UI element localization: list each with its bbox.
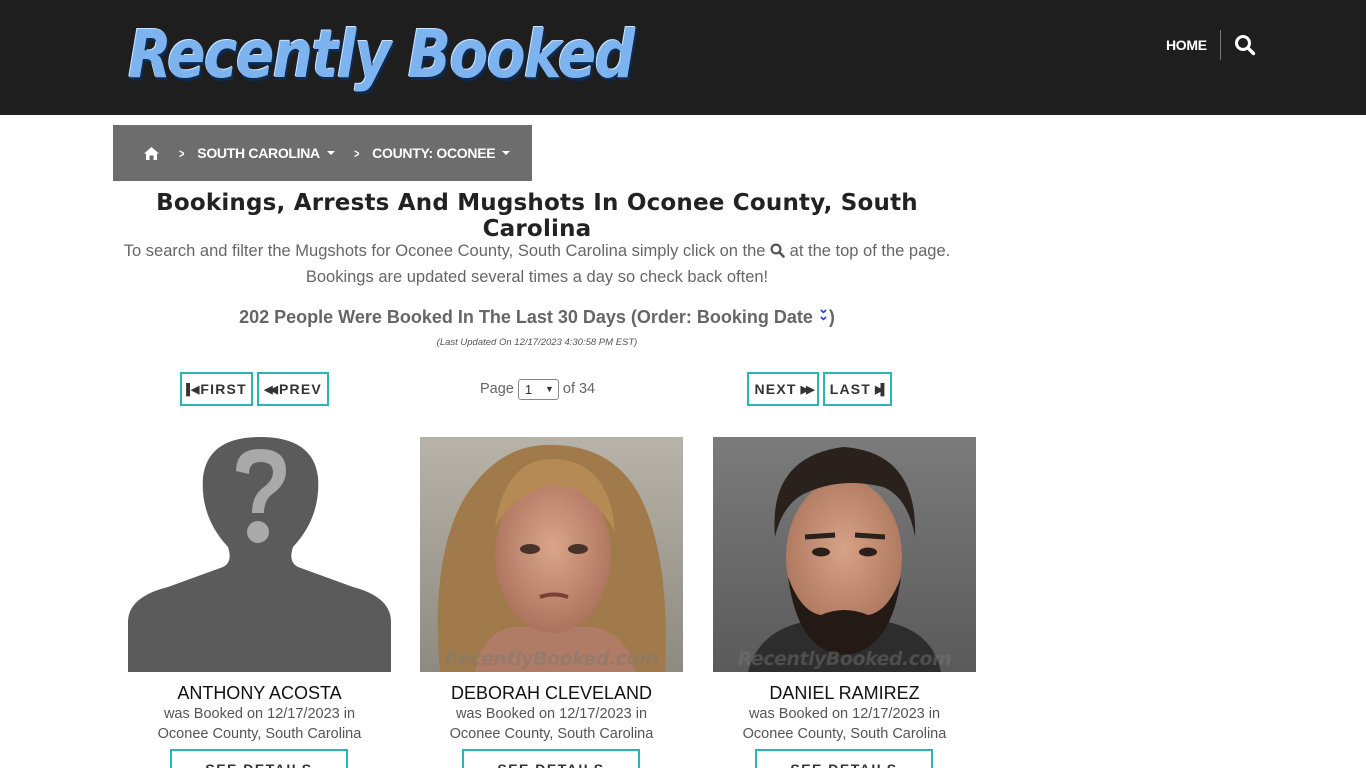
page-total: of 34: [562, 381, 596, 397]
last-page-button[interactable]: LAST ▶▌: [823, 372, 892, 406]
caret-down-icon: [326, 151, 335, 155]
last-label: LAST: [829, 381, 872, 397]
prev-page-button[interactable]: ◀◀ PREV: [257, 372, 329, 406]
mugshot-placeholder[interactable]: [128, 437, 391, 672]
see-details-button[interactable]: SEE DETAILS: [755, 749, 933, 768]
site-header: Recently Booked HOME: [0, 0, 1366, 115]
photo-watermark: RecentlyBooked.com: [444, 648, 659, 670]
mugshot-photo[interactable]: RecentlyBooked.com: [420, 437, 683, 672]
next-label: NEXT: [754, 381, 797, 397]
page-value: 1: [524, 381, 533, 397]
chevron-right-icon: >: [179, 145, 185, 161]
page-title: Bookings, Arrests And Mugshots In Oconee…: [156, 190, 918, 242]
booking-date-line: was Booked on 12/17/2023 in: [163, 706, 356, 722]
booking-date-line: was Booked on 12/17/2023 in: [455, 706, 648, 722]
chevron-right-icon: >: [353, 145, 360, 161]
backward-icon: ◀◀: [264, 383, 278, 396]
page-label: Page: [480, 381, 514, 397]
person-name[interactable]: ANTHONY ACOSTA: [128, 683, 391, 704]
site-logo[interactable]: Recently Booked: [128, 16, 635, 93]
count-text: 202 People Were Booked In The Last 30 Da…: [239, 307, 813, 327]
person-name[interactable]: DEBORAH CLEVELAND: [420, 683, 683, 704]
mugshot-image: [420, 437, 683, 672]
booking-card[interactable]: RecentlyBooked.com DANIEL RAMIREZ was Bo…: [713, 437, 976, 768]
intro-before: To search and filter the Mugshots for Oc…: [123, 242, 766, 260]
photo-watermark: RecentlyBooked.com: [737, 648, 952, 670]
see-details-button[interactable]: SEE DETAILS: [462, 749, 640, 768]
search-icon: [770, 243, 785, 258]
intro-line2: Bookings are updated several times a day…: [305, 268, 769, 286]
search-icon[interactable]: [1234, 34, 1256, 56]
forward-icon: ▶▶: [800, 383, 815, 396]
booking-date-line: was Booked on 12/17/2023 in: [748, 706, 941, 722]
breadcrumb-item-south-carolina[interactable]: SOUTH CAROLINA: [197, 145, 335, 161]
booking-card[interactable]: RecentlyBooked.com DEBORAH CLEVELAND was…: [420, 437, 683, 768]
caret-down-icon: [502, 151, 511, 155]
step-backward-icon: ▌◀: [186, 383, 199, 396]
first-label: FIRST: [200, 381, 247, 397]
chevron-down-icon: ▼: [544, 384, 554, 394]
breadcrumb-label: COUNTY: OCONEE: [372, 145, 496, 161]
booking-location: Oconee County, South Carolina: [742, 726, 947, 742]
mugshot-photo[interactable]: RecentlyBooked.com: [713, 437, 976, 672]
booking-count: 202 People Were Booked In The Last 30 Da…: [113, 302, 961, 328]
breadcrumb-label: SOUTH CAROLINA: [197, 145, 320, 161]
person-name[interactable]: DANIEL RAMIREZ: [713, 683, 976, 704]
count-close: ): [828, 307, 835, 327]
home-icon[interactable]: [143, 146, 160, 161]
booking-location: Oconee County, South Carolina: [449, 726, 654, 742]
silhouette-icon: [128, 437, 391, 672]
page-select[interactable]: 1 ▼: [517, 378, 559, 400]
page-selector: Page 1 ▼ of 34: [480, 377, 595, 401]
breadcrumb-item-county[interactable]: COUNTY: OCONEE: [372, 145, 511, 161]
intro-text: To search and filter the Mugshots for Oc…: [113, 238, 961, 290]
intro-after: at the top of the page.: [789, 242, 951, 260]
nav-divider: [1220, 30, 1221, 60]
prev-label: PREV: [278, 381, 322, 397]
step-forward-icon: ▶▌: [875, 383, 888, 396]
next-page-button[interactable]: NEXT ▶▶: [747, 372, 819, 406]
booking-location: Oconee County, South Carolina: [157, 726, 362, 742]
see-details-button[interactable]: SEE DETAILS: [170, 749, 348, 768]
first-page-button[interactable]: ▌◀ FIRST: [180, 372, 253, 406]
mugshot-image: [713, 437, 976, 672]
last-updated: (Last Updated On 12/17/2023 4:30:58 PM E…: [436, 337, 638, 348]
breadcrumb: > SOUTH CAROLINA > COUNTY: OCONEE: [113, 125, 532, 181]
sort-order-icon[interactable]: ⌄ ⌄: [818, 302, 829, 322]
booking-card[interactable]: ANTHONY ACOSTA was Booked on 12/17/2023 …: [128, 437, 391, 768]
nav-home-link[interactable]: HOME: [1166, 37, 1207, 53]
